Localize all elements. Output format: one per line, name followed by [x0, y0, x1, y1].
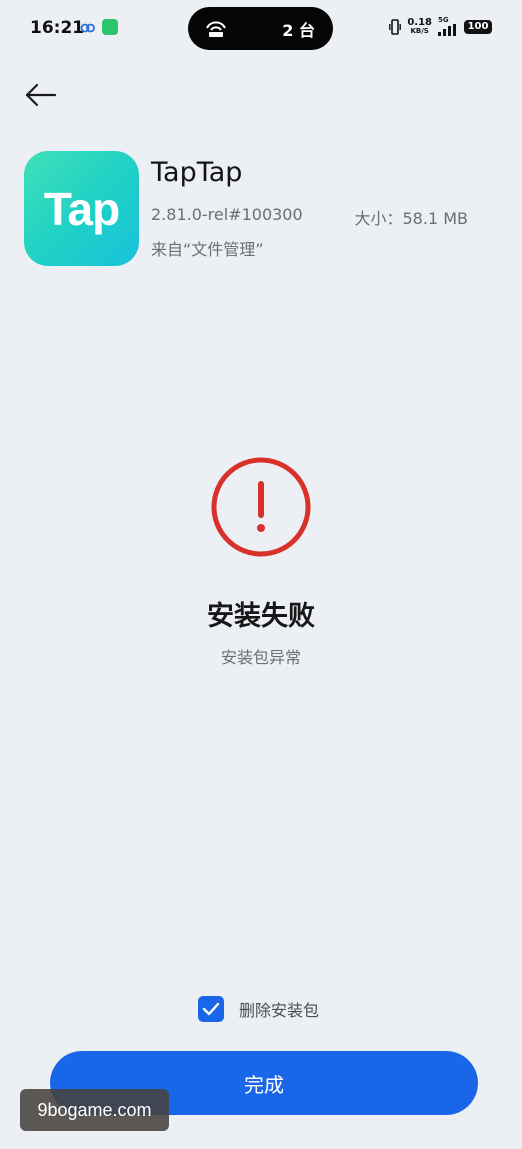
app-version: 2.81.0-rel#100300: [151, 205, 303, 224]
app-source: 来自“文件管理”: [151, 240, 264, 259]
result-title: 安装失败: [207, 601, 315, 632]
checkmark-icon: [202, 1002, 220, 1016]
status-bar: 16:21 2 台 0.18 KB/S 5G 100: [0, 0, 522, 58]
back-button[interactable]: [24, 80, 58, 110]
status-time: 16:21: [30, 18, 85, 38]
back-arrow-icon: [25, 83, 57, 107]
result-subtitle: 安装包异常: [220, 648, 301, 667]
delete-package-label[interactable]: 删除安装包: [239, 997, 319, 1021]
screen-cast-icon: [206, 20, 226, 37]
app-icon: Tap: [24, 151, 139, 266]
network-speed-unit: KB/S: [410, 26, 429, 35]
vibrate-icon: [389, 18, 402, 35]
dynamic-island[interactable]: 2 台: [188, 7, 333, 50]
signal-icon: [438, 24, 456, 36]
network-speed-value: 0.18: [407, 16, 432, 28]
status-left-icons: [80, 19, 118, 35]
watermark: 9bogame.com: [20, 1089, 169, 1131]
network-speed: 0.18 KB/S: [407, 16, 432, 35]
status-right-icons: 0.18 KB/S 5G 100: [389, 17, 492, 36]
app-size: 大小：58.1 MB: [354, 209, 469, 228]
cellular-5g: 5G: [438, 17, 458, 36]
error-circle-icon: [211, 457, 311, 557]
app-name: TapTap: [151, 157, 243, 188]
island-device-count: 2 台: [282, 20, 315, 40]
battery-icon: 100: [464, 19, 492, 34]
app-notification-icon: [102, 19, 118, 35]
cloud-icon: [80, 23, 95, 33]
delete-package-checkbox[interactable]: [198, 996, 224, 1022]
delete-package-row[interactable]: 删除安装包: [198, 996, 319, 1022]
network-type-label: 5G: [438, 16, 449, 24]
app-icon-logo-text: Tap: [43, 182, 120, 235]
